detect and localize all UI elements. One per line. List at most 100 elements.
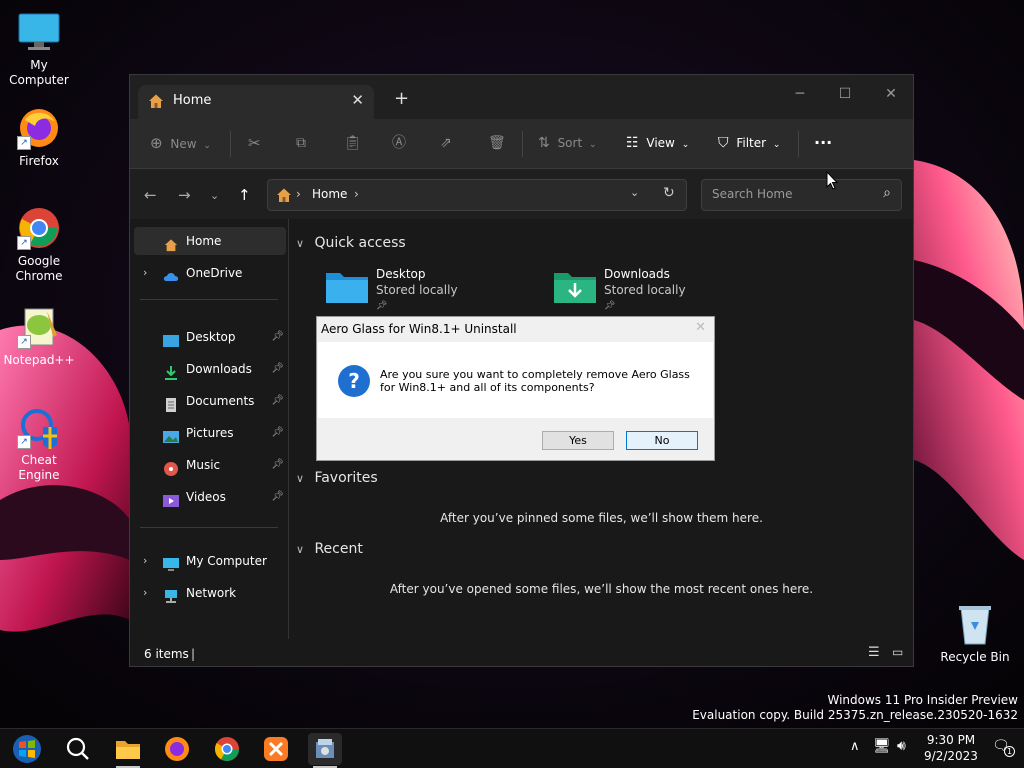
- desktop-icon-notepadpp[interactable]: ↗ Notepad++: [0, 305, 78, 368]
- notification-badge: 1: [1004, 746, 1016, 757]
- delete-button[interactable]: 🗑︎: [488, 131, 506, 155]
- filter-button[interactable]: ⛉ Filter ⌄: [718, 131, 780, 155]
- view-button[interactable]: ☷ View ⌄: [626, 131, 689, 155]
- tab-home[interactable]: Home ✕: [138, 85, 374, 119]
- address-dropdown-icon[interactable]: ⌄: [630, 186, 639, 199]
- expand-chevron-icon[interactable]: ›: [143, 579, 147, 607]
- address-bar[interactable]: › Home › ⌄ ↻: [267, 179, 687, 211]
- chevron-down-icon: ⌄: [772, 140, 781, 150]
- rename-button[interactable]: Ⓐ: [392, 131, 406, 155]
- xampp-icon: [264, 737, 288, 761]
- sidebar-item-label: Videos: [186, 490, 226, 504]
- sidebar-item-desktop[interactable]: Desktop 📌︎: [134, 323, 286, 351]
- videos-icon: [163, 490, 179, 507]
- start-button[interactable]: [10, 733, 44, 765]
- maximize-icon[interactable]: ☐: [825, 81, 865, 107]
- clock[interactable]: 9:30 PM 9/2/2023: [920, 732, 982, 764]
- scissors-icon: ✂: [248, 134, 261, 152]
- network-icon: [163, 586, 179, 603]
- uninstall-confirm-dialog: Aero Glass for Win8.1+ Uninstall ✕ ? Are…: [316, 316, 715, 461]
- home-icon: [163, 234, 179, 252]
- sidebar-item-onedrive[interactable]: › OneDrive: [134, 259, 286, 287]
- volume-icon[interactable]: 🔊︎: [897, 738, 906, 754]
- sort-button[interactable]: ⇅ Sort ⌄: [538, 131, 597, 155]
- taskbar-installer[interactable]: [308, 733, 342, 768]
- sidebar-divider: [140, 299, 278, 300]
- search-button[interactable]: [61, 733, 95, 765]
- sidebar-item-music[interactable]: Music 📌︎: [134, 451, 286, 479]
- pin-icon: 📌︎: [271, 395, 284, 406]
- recent-locations-chevron-icon[interactable]: ⌄: [210, 189, 219, 202]
- breadcrumb-home[interactable]: Home: [312, 187, 347, 201]
- more-options-icon[interactable]: ···: [814, 131, 832, 155]
- shortcut-arrow-icon: ↗: [17, 136, 31, 150]
- filter-label: Filter: [736, 136, 767, 150]
- quick-access-item-downloads[interactable]: Downloads Stored locally 📌︎: [554, 263, 754, 311]
- breadcrumb-separator-icon: ›: [354, 187, 359, 201]
- quick-access-header[interactable]: ∨ Quick access: [296, 235, 406, 251]
- details-view-icon[interactable]: ☰: [868, 645, 880, 660]
- taskbar-chrome[interactable]: [210, 733, 244, 765]
- search-input[interactable]: [710, 186, 864, 202]
- show-hidden-icons-chevron-icon[interactable]: ∧: [850, 739, 860, 754]
- sidebar-item-downloads[interactable]: Downloads 📌︎: [134, 355, 286, 383]
- close-icon[interactable]: ✕: [695, 320, 706, 335]
- expand-chevron-icon[interactable]: ›: [143, 547, 147, 575]
- share-button[interactable]: ⇗: [440, 131, 452, 155]
- minimize-icon[interactable]: ─: [780, 81, 820, 107]
- sidebar-item-pictures[interactable]: Pictures 📌︎: [134, 419, 286, 447]
- paste-button[interactable]: 📋︎: [344, 131, 362, 155]
- taskbar-file-explorer[interactable]: [111, 733, 145, 768]
- toolbar-divider: [798, 131, 799, 157]
- sidebar-item-documents[interactable]: Documents 📌︎: [134, 387, 286, 415]
- desktop-folder-icon: [163, 330, 179, 347]
- notification-center-button[interactable]: 🗨︎ 1: [992, 738, 1016, 758]
- sidebar-item-videos[interactable]: Videos 📌︎: [134, 483, 286, 511]
- taskbar-firefox[interactable]: [160, 733, 194, 765]
- monitor-icon: [17, 10, 61, 54]
- yes-button[interactable]: Yes: [542, 431, 614, 450]
- cheat-engine-icon: ↗: [17, 405, 61, 449]
- shortcut-arrow-icon: ↗: [17, 435, 31, 449]
- rename-icon: Ⓐ: [392, 135, 406, 151]
- back-arrow-icon[interactable]: ←: [144, 186, 157, 204]
- refresh-icon[interactable]: ↻: [663, 185, 675, 201]
- clock-time: 9:30 PM: [926, 733, 976, 747]
- quick-access-name: Downloads: [604, 267, 670, 281]
- desktop-icon-firefox[interactable]: ↗ Firefox: [0, 106, 78, 169]
- recent-header[interactable]: ∨ Recent: [296, 541, 363, 557]
- desktop-icon-label: Google Chrome: [15, 254, 63, 283]
- desktop-icon-my-computer[interactable]: My Computer: [0, 10, 78, 88]
- new-button[interactable]: ⊕ New ⌄: [150, 131, 211, 155]
- close-window-icon[interactable]: ✕: [871, 81, 911, 107]
- forward-arrow-icon[interactable]: →: [178, 186, 191, 204]
- pictures-icon: [163, 426, 179, 443]
- new-tab-icon[interactable]: +: [394, 88, 409, 109]
- desktop-icon-chrome[interactable]: ↗ Google Chrome: [0, 206, 78, 284]
- desktop-icon-cheat-engine[interactable]: ↗ Cheat Engine: [0, 405, 78, 483]
- up-arrow-icon[interactable]: ↑: [238, 186, 251, 204]
- no-button[interactable]: No: [626, 431, 698, 450]
- sidebar-item-my-computer[interactable]: › My Computer: [134, 547, 286, 575]
- quick-access-item-desktop[interactable]: Desktop Stored locally 📌︎: [326, 263, 526, 311]
- sidebar-item-label: Downloads: [186, 362, 252, 376]
- tiles-view-icon[interactable]: ▭: [892, 645, 903, 659]
- new-label: New: [170, 137, 197, 151]
- sidebar-item-network[interactable]: › Network: [134, 579, 286, 607]
- cut-button[interactable]: ✂: [248, 131, 261, 155]
- expand-chevron-icon[interactable]: ›: [143, 259, 147, 287]
- copy-button[interactable]: ⧉: [296, 131, 306, 155]
- pin-icon: 📌︎: [604, 301, 616, 311]
- view-list-icon: ☷: [626, 135, 639, 151]
- desktop-icon-recycle-bin[interactable]: Recycle Bin: [936, 602, 1014, 665]
- favorites-header[interactable]: ∨ Favorites: [296, 470, 378, 486]
- pin-icon: 📌︎: [376, 301, 388, 311]
- search-box[interactable]: ⌕: [701, 179, 902, 211]
- network-status-icon[interactable]: 🖥︎: [873, 738, 891, 754]
- dialog-title: Aero Glass for Win8.1+ Uninstall: [321, 322, 517, 336]
- taskbar-xampp[interactable]: [259, 733, 293, 765]
- close-tab-icon[interactable]: ✕: [351, 91, 364, 109]
- sidebar-item-home[interactable]: Home: [134, 227, 286, 255]
- search-icon[interactable]: ⌕: [883, 185, 891, 201]
- pane-splitter[interactable]: [288, 219, 289, 639]
